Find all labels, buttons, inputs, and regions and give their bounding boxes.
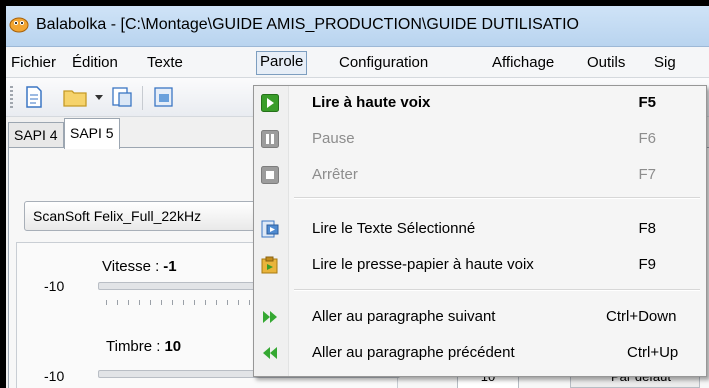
dropdown-arrow-icon[interactable] — [92, 85, 106, 109]
clipboard-icon — [261, 256, 278, 274]
menu-separator — [294, 197, 700, 199]
menu-item-arreter[interactable]: Arrêter F7 — [254, 158, 706, 192]
menu-item-paragraphe-precedent[interactable]: Aller au paragraphe précédent Ctrl+Up — [254, 336, 706, 370]
balabolka-app-icon — [9, 17, 29, 33]
menu-item-shortcut: F6 — [638, 130, 656, 147]
menu-outils[interactable]: Outils — [584, 52, 628, 74]
save-icon[interactable] — [110, 85, 134, 109]
new-document-icon[interactable] — [22, 85, 46, 109]
menu-item-shortcut: F5 — [638, 94, 656, 111]
menu-fichier[interactable]: Fichier — [8, 52, 59, 74]
menu-item-lire-haute-voix[interactable]: Lire à haute voix F5 — [254, 86, 706, 120]
menu-item-lire-presse-papier[interactable]: Lire le presse-papier à haute voix F9 — [254, 248, 706, 282]
menu-item-shortcut: Ctrl+Down — [606, 308, 677, 325]
menu-bar: Fichier Édition Texte Parole Configurati… — [6, 47, 709, 78]
stop-icon — [261, 166, 279, 184]
menu-item-shortcut: F7 — [638, 166, 656, 183]
menu-item-label: Lire le Texte Sélectionné — [312, 220, 476, 237]
menu-item-label: Pause — [312, 130, 355, 147]
pitch-label: Timbre :10 — [106, 338, 181, 355]
menu-item-paragraphe-suivant[interactable]: Aller au paragraphe suivant Ctrl+Down — [254, 300, 706, 334]
pitch-min-label: -10 — [44, 368, 65, 384]
save-audio-icon[interactable] — [152, 85, 176, 109]
pitch-label-text: Timbre : — [106, 338, 161, 355]
menu-item-label: Lire le presse-papier à haute voix — [312, 256, 534, 273]
menu-item-shortcut: F9 — [638, 256, 656, 273]
menu-item-pause[interactable]: Pause F6 — [254, 122, 706, 156]
menu-item-label: Lire à haute voix — [312, 94, 431, 111]
menu-parole[interactable]: Parole — [256, 51, 308, 75]
toolbar-grip[interactable] — [10, 86, 13, 110]
menu-texte[interactable]: Texte — [144, 52, 186, 74]
parole-menu-dropdown: Lire à haute voix F5 Pause F6 Arrêter F7… — [253, 85, 707, 377]
speed-value: -1 — [163, 258, 177, 275]
next-paragraph-icon — [263, 311, 277, 323]
read-selection-icon — [261, 220, 279, 238]
menu-edition[interactable]: Édition — [69, 52, 121, 74]
speed-min-label: -10 — [44, 278, 65, 294]
menu-separator — [294, 289, 700, 291]
speed-label-text: Vitesse : — [102, 258, 160, 275]
pause-icon — [261, 130, 279, 148]
voice-select[interactable]: ScanSoft Felix_Full_22kHz — [24, 201, 284, 231]
speed-label: Vitesse : -1 — [102, 258, 177, 275]
menu-item-label: Aller au paragraphe suivant — [312, 308, 496, 325]
menu-affichage[interactable]: Affichage — [489, 52, 557, 74]
menu-item-label: Aller au paragraphe précédent — [312, 344, 515, 361]
menu-item-shortcut: Ctrl+Up — [627, 344, 679, 361]
menu-item-lire-selection[interactable]: Lire le Texte Sélectionné F8 — [254, 212, 706, 246]
previous-paragraph-icon — [263, 347, 277, 359]
pitch-value: 10 — [164, 338, 182, 355]
tab-sapi4[interactable]: SAPI 4 — [8, 122, 64, 147]
menu-signets[interactable]: Sig — [651, 52, 679, 74]
toolbar-separator — [142, 86, 143, 110]
tab-sapi5[interactable]: SAPI 5 — [64, 118, 120, 149]
menu-configuration[interactable]: Configuration — [336, 52, 431, 74]
menu-item-shortcut: F8 — [638, 220, 656, 237]
title-bar: Balabolka - [C:\Montage\GUIDE AMIS_PRODU… — [6, 6, 709, 47]
window-title: Balabolka - [C:\Montage\GUIDE AMIS_PRODU… — [36, 16, 579, 33]
play-icon — [261, 94, 279, 112]
menu-item-label: Arrêter — [312, 166, 358, 183]
open-folder-icon[interactable] — [62, 85, 90, 109]
